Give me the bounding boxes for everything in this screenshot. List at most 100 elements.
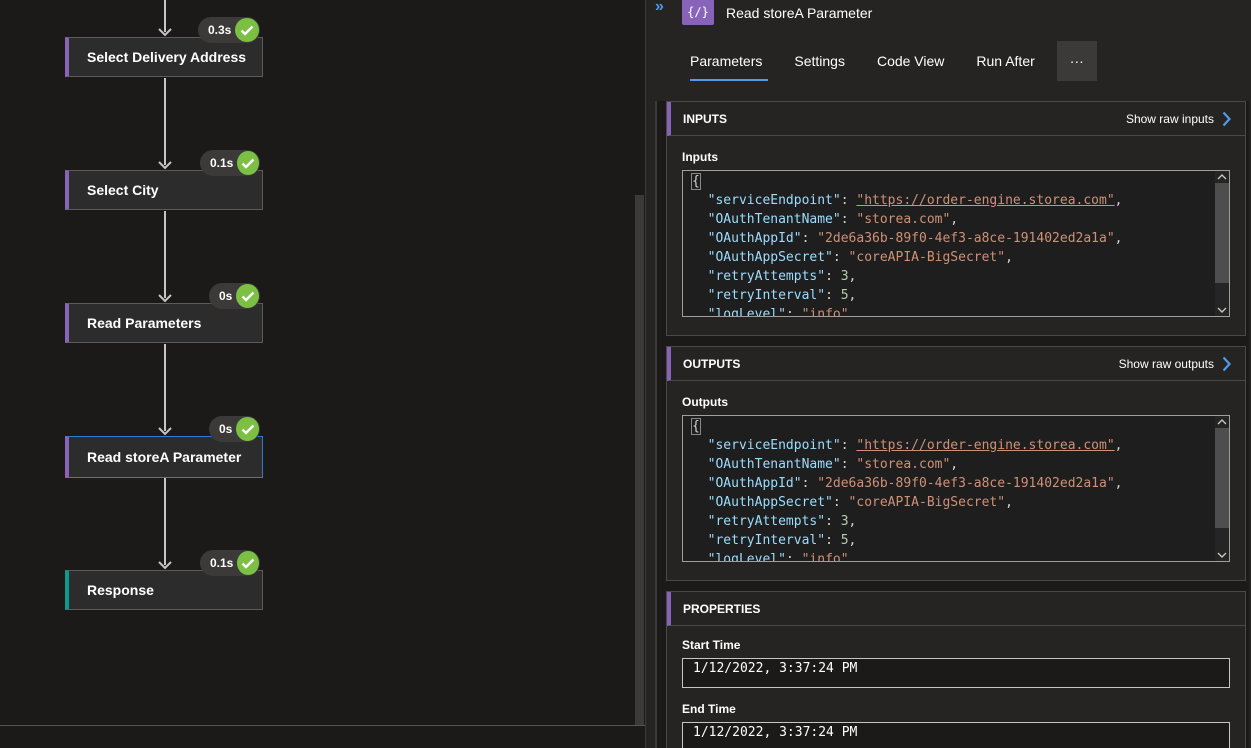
properties-title: PROPERTIES xyxy=(683,601,761,616)
start-time-field[interactable]: 1/12/2022, 3:37:24 PM xyxy=(682,658,1230,688)
workflow-node-read-parameters[interactable]: Read Parameters xyxy=(65,303,263,343)
connector-line xyxy=(164,478,166,565)
tab-parameters[interactable]: Parameters xyxy=(680,41,772,81)
json-key: "OAuthAppSecret" xyxy=(707,495,833,510)
chevron-down-icon[interactable] xyxy=(1217,305,1227,315)
chevron-right-icon xyxy=(1222,111,1231,126)
tab-code-view[interactable]: Code View xyxy=(867,41,954,81)
json-key: "serviceEndpoint" xyxy=(707,438,841,453)
workflow-node-read-storea-parameter[interactable]: Read storeA Parameter xyxy=(65,436,263,478)
json-link[interactable]: "https://order-engine.storea.com" xyxy=(856,193,1114,208)
json-key: "OAuthTenantName" xyxy=(707,457,841,472)
show-raw-outputs-label: Show raw outputs xyxy=(1118,356,1214,371)
canvas-divider xyxy=(0,725,645,726)
properties-header: PROPERTIES xyxy=(667,592,1245,626)
json-value: "coreAPIA-BigSecret" xyxy=(848,250,1006,265)
json-key: "OAuthAppSecret" xyxy=(707,250,833,265)
chevron-up-icon[interactable] xyxy=(1217,172,1227,182)
json-value: 3 xyxy=(840,514,849,529)
chevron-right-icon xyxy=(1222,356,1231,371)
json-key: "serviceEndpoint" xyxy=(707,193,841,208)
success-check-icon xyxy=(237,151,259,175)
json-key: "OAuthAppId" xyxy=(707,476,802,491)
json-value: 3 xyxy=(840,269,849,284)
designer-canvas[interactable]: Select Delivery Address 0.3s Select City… xyxy=(0,0,645,748)
success-check-icon xyxy=(237,551,259,575)
arrow-icon xyxy=(158,28,172,37)
json-key: "logLevel" xyxy=(707,307,786,317)
duration-text: 0s xyxy=(219,289,233,303)
panel-tabs: Parameters Settings Code View Run After … xyxy=(680,41,1097,81)
chevron-up-icon[interactable] xyxy=(1217,417,1227,427)
json-key: "logLevel" xyxy=(707,552,786,562)
status-badge: 0.1s xyxy=(200,550,260,576)
details-panel: » {∕} Read storeA Parameter Parameters S… xyxy=(645,0,1251,748)
json-key: "retryAttempts" xyxy=(707,514,826,529)
code-scrollbar[interactable] xyxy=(1215,416,1229,561)
status-badge: 0.3s xyxy=(198,17,260,43)
json-value: 5 xyxy=(840,533,849,548)
status-badge: 0.1s xyxy=(200,150,260,176)
duration-text: 0s xyxy=(219,422,233,436)
success-check-icon xyxy=(236,284,259,308)
panel-scrollbar[interactable] xyxy=(655,101,657,748)
panel-body[interactable]: INPUTS Show raw inputs Inputs { "service… xyxy=(655,101,1249,748)
collapse-panel-icon[interactable]: » xyxy=(655,0,664,16)
inputs-section: INPUTS Show raw inputs Inputs { "service… xyxy=(666,101,1246,336)
tab-settings[interactable]: Settings xyxy=(784,41,855,81)
duration-text: 0.1s xyxy=(210,156,234,170)
show-raw-outputs-link[interactable]: Show raw outputs xyxy=(1119,356,1231,372)
outputs-title: OUTPUTS xyxy=(683,356,741,371)
json-key: "retryInterval" xyxy=(707,533,826,548)
properties-section: PROPERTIES Start Time 1/12/2022, 3:37:24… xyxy=(666,591,1246,748)
action-icon-glyph: {∕} xyxy=(687,4,709,19)
scroll-thumb[interactable] xyxy=(1215,183,1229,283)
inputs-title: INPUTS xyxy=(683,111,728,126)
json-value: "storea.com" xyxy=(856,212,951,227)
success-check-icon xyxy=(235,18,259,42)
json-value: "info" xyxy=(801,307,849,317)
json-key: "OAuthAppId" xyxy=(707,231,802,246)
code-brace: { xyxy=(691,173,701,190)
outputs-code-editor[interactable]: { "serviceEndpoint": "https://order-engi… xyxy=(682,415,1230,562)
end-time-field[interactable]: 1/12/2022, 3:37:24 PM xyxy=(682,722,1230,748)
node-label: Read storeA Parameter xyxy=(87,449,242,465)
more-tabs-button[interactable]: ··· xyxy=(1056,41,1097,81)
json-value: "info" xyxy=(801,552,849,562)
workflow-node-response[interactable]: Response xyxy=(65,570,263,610)
workflow-node-select-delivery-address[interactable]: Select Delivery Address xyxy=(65,37,263,77)
canvas-scrollbar[interactable] xyxy=(635,195,644,725)
arrow-icon xyxy=(158,427,172,436)
end-time-label: End Time xyxy=(682,702,736,716)
connector-line xyxy=(164,211,166,298)
workflow-node-select-city[interactable]: Select City xyxy=(65,170,263,210)
show-raw-inputs-link[interactable]: Show raw inputs xyxy=(1126,111,1231,127)
status-badge: 0s xyxy=(209,283,260,309)
arrow-icon xyxy=(158,161,172,170)
duration-text: 0.3s xyxy=(208,23,232,37)
json-value: "storea.com" xyxy=(856,457,951,472)
code-scrollbar[interactable] xyxy=(1215,171,1229,316)
arrow-icon xyxy=(158,561,172,570)
inputs-label: Inputs xyxy=(682,150,718,164)
arrow-icon xyxy=(158,294,172,303)
code-brace: { xyxy=(691,418,701,435)
success-check-icon xyxy=(236,417,259,441)
json-key: "retryInterval" xyxy=(707,288,826,303)
tab-run-after[interactable]: Run After xyxy=(966,41,1044,81)
duration-text: 0.1s xyxy=(210,556,234,570)
outputs-label: Outputs xyxy=(682,395,728,409)
panel-title: Read storeA Parameter xyxy=(726,5,873,21)
start-time-label: Start Time xyxy=(682,638,741,652)
chevron-down-icon[interactable] xyxy=(1217,550,1227,560)
outputs-section: OUTPUTS Show raw outputs Outputs { "serv… xyxy=(666,346,1246,581)
json-value: "2de6a36b-89f0-4ef3-a8ce-191402ed2a1a" xyxy=(817,231,1115,246)
compose-action-icon: {∕} xyxy=(682,0,714,25)
json-value: "2de6a36b-89f0-4ef3-a8ce-191402ed2a1a" xyxy=(817,476,1115,491)
node-label: Select Delivery Address xyxy=(87,49,247,65)
json-key: "retryAttempts" xyxy=(707,269,826,284)
json-link[interactable]: "https://order-engine.storea.com" xyxy=(856,438,1114,453)
connector-line xyxy=(164,78,166,165)
scroll-thumb[interactable] xyxy=(1215,428,1229,528)
inputs-code-editor[interactable]: { "serviceEndpoint": "https://order-engi… xyxy=(682,170,1230,317)
